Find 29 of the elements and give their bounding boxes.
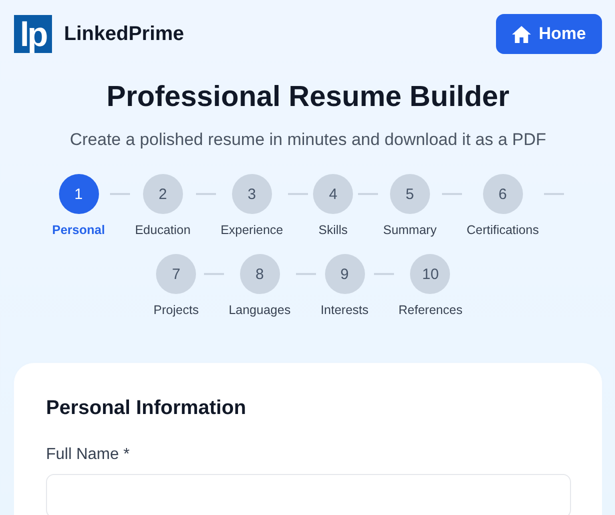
step-circle[interactable]: 9 [324, 254, 365, 294]
input-field[interactable] [46, 474, 571, 515]
step-label[interactable]: References [398, 303, 462, 317]
home-icon [512, 26, 531, 42]
step-label[interactable]: Personal [52, 223, 105, 237]
step-label[interactable]: Certifications [466, 223, 539, 237]
step-circle[interactable]: 10 [410, 254, 450, 294]
step-circle[interactable]: 4 [313, 174, 354, 214]
step-circle[interactable]: 2 [142, 174, 183, 214]
step-label[interactable]: Projects [154, 303, 199, 317]
step-label[interactable]: Summary [383, 223, 437, 237]
step-circle[interactable]: 1 [58, 174, 99, 214]
step-circle[interactable]: 8 [240, 254, 280, 294]
field-label: Full Name * [46, 446, 131, 464]
section-heading: Personal Information [46, 397, 248, 420]
logo[interactable]: lp [14, 15, 52, 53]
page-subtitle: Create a polished resume in minutes and download it as a PDF [68, 130, 548, 150]
step-circle[interactable]: 7 [156, 254, 196, 294]
step-label[interactable]: Experience [220, 223, 284, 237]
brand-name: LinkedPrime [64, 22, 184, 46]
step-circle[interactable]: 5 [390, 174, 430, 214]
home-button[interactable]: Home [496, 14, 602, 54]
step-circle[interactable]: 3 [232, 174, 272, 214]
step-label[interactable]: Education [134, 223, 191, 237]
page-title: Professional Resume Builder [106, 81, 510, 114]
step-circle[interactable]: 6 [482, 174, 523, 214]
step-label[interactable]: Languages [228, 303, 291, 317]
step-label[interactable]: Skills [318, 223, 348, 237]
step-label[interactable]: Interests [320, 303, 369, 317]
